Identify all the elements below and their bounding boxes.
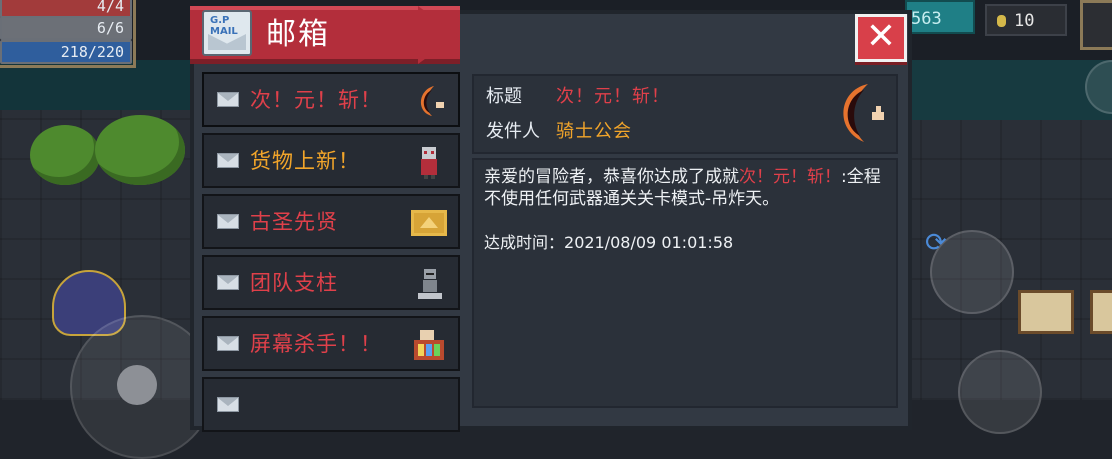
date-label: 达成时间：: [484, 233, 565, 252]
body-prefix: 亲爱的冒险者，恭喜你达成了成就: [484, 167, 739, 187]
mail-item-label: 货物上新！: [250, 149, 360, 173]
skill-button[interactable]: [958, 350, 1042, 434]
mail-list: 次！元！斩！ 货物上新！ 古圣先贤 团队支柱 屏幕杀手！！: [202, 72, 460, 438]
title-label: 标题: [486, 86, 522, 107]
tree: [95, 115, 185, 185]
envelope-icon: [217, 153, 239, 168]
mail-item[interactable]: 团队支柱: [202, 255, 460, 310]
gold-tablet-icon: [411, 210, 447, 236]
achievement-date: 达成时间：2021/08/09 01:01:58: [484, 232, 733, 254]
energy-bar: 218/220: [0, 40, 132, 64]
coin-counter: 10: [985, 4, 1067, 36]
mail-body-text: 亲爱的冒险者，恭喜你达成了成就次！元！斩！:全程不使用任何武器通关关卡模式-吊炸…: [484, 166, 884, 210]
wall-poster: [1090, 290, 1112, 334]
title-value: 次！元！斩！: [556, 86, 670, 107]
mail-item[interactable]: [202, 377, 460, 432]
gem-counter: 563: [905, 0, 975, 34]
mail-item-label: 次！元！斩！: [250, 88, 382, 112]
close-button[interactable]: ✕: [855, 14, 907, 62]
envelope-icon: [217, 92, 239, 107]
coin-count: 10: [1014, 11, 1035, 31]
merchant-icon: [421, 147, 437, 179]
moon-blade-icon: [420, 86, 444, 116]
moon-blade-icon: [843, 84, 884, 142]
envelope-icon: [217, 397, 239, 412]
date-value: 2021/08/09 01:01:58: [564, 233, 734, 252]
joystick-knob[interactable]: [117, 365, 157, 405]
dungeon-wall-right: [910, 60, 1112, 120]
mail-icon: G.P MAIL: [202, 10, 252, 56]
mail-item[interactable]: 货物上新！: [202, 133, 460, 188]
envelope-icon: [217, 275, 239, 290]
mail-item-label: 团队支柱: [250, 271, 338, 295]
mail-item-label: 古圣先贤: [250, 210, 338, 234]
sender-label: 发件人: [486, 121, 540, 142]
wall-poster: [1018, 290, 1074, 334]
mail-item[interactable]: 次！元！斩！: [202, 72, 460, 127]
mail-item[interactable]: 屏幕杀手！！: [202, 316, 460, 371]
title-ribbon-tail: [418, 6, 458, 64]
window-title: 邮箱: [266, 17, 330, 52]
menu-button[interactable]: [1080, 0, 1112, 50]
envelope-icon: [217, 336, 239, 351]
envelope-icon: [217, 214, 239, 229]
sender-value: 骑士公会: [556, 121, 632, 142]
achievement-name: 次！元！斩！: [739, 167, 841, 187]
tree: [30, 125, 100, 185]
mail-icon-text: G.P MAIL: [210, 15, 238, 37]
swap-weapon-icon[interactable]: ⟳: [925, 228, 947, 258]
coin-icon: [997, 15, 1006, 27]
armor-bar: 6/6: [0, 16, 132, 40]
slot-machine-icon: [414, 330, 444, 360]
mail-item[interactable]: 古圣先贤: [202, 194, 460, 249]
mail-item-label: 屏幕杀手！！: [250, 332, 382, 356]
knight-statue-icon: [418, 269, 442, 299]
